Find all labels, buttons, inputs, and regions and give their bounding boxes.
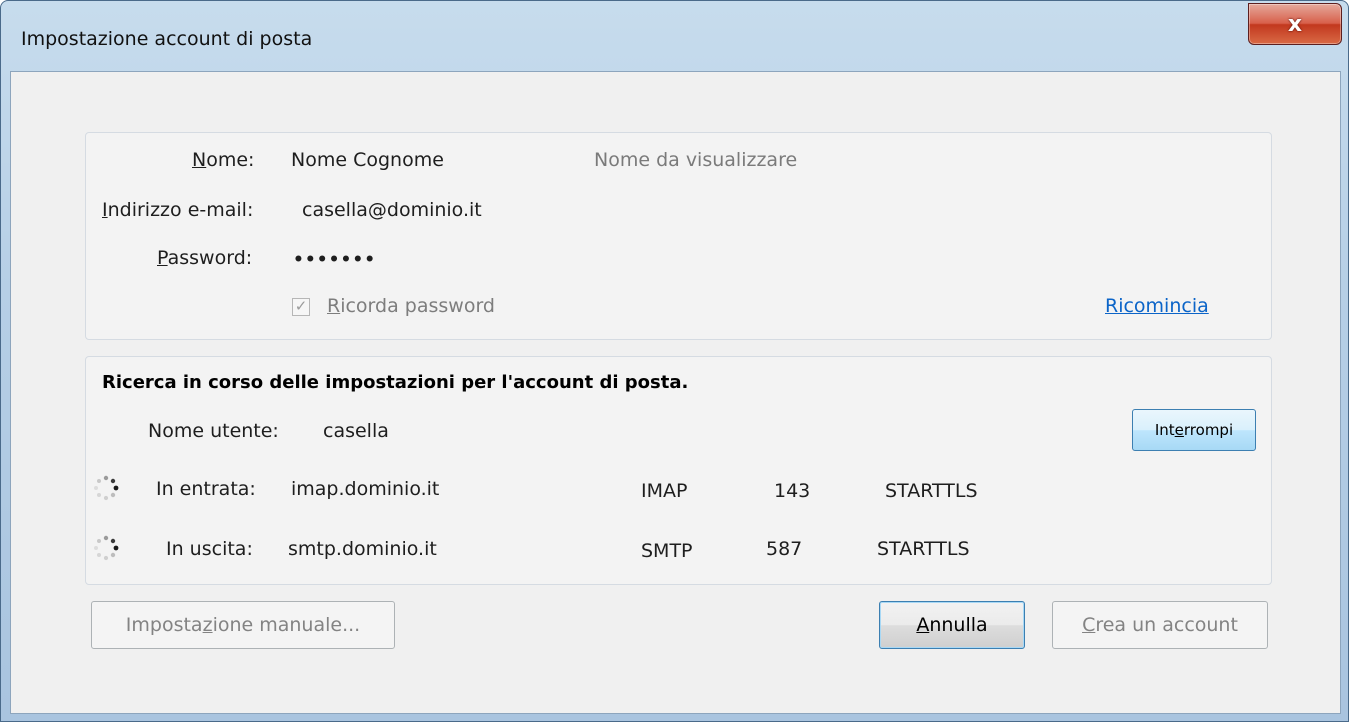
username-label: Nome utente: — [148, 420, 279, 442]
checkmark-icon: ✓ — [294, 298, 308, 315]
incoming-label: In entrata: — [156, 478, 256, 500]
remember-password-checkbox[interactable]: ✓ — [292, 298, 310, 316]
remember-password-label[interactable]: Ricorda password — [327, 295, 495, 317]
manual-setup-button[interactable]: Impostazione manuale... — [91, 601, 395, 649]
email-label: Indirizzo e-mail: — [102, 199, 254, 221]
name-hint: Nome da visualizzare — [594, 149, 798, 171]
server-search-panel: Ricerca in corso delle impostazioni per … — [85, 356, 1272, 585]
stop-button[interactable]: Interrompi — [1132, 409, 1256, 451]
create-account-button[interactable]: Crea un account — [1052, 601, 1268, 649]
spinner-icon — [94, 475, 119, 501]
password-label: Password: — [157, 247, 253, 269]
remember-password-label-mnemonic: R — [327, 295, 341, 317]
outgoing-protocol: SMTP — [641, 540, 693, 562]
password-label-mnemonic: P — [157, 247, 168, 269]
name-label-mnemonic: N — [192, 149, 207, 171]
dialog-window: Impostazione account di posta x Nome: No… — [0, 0, 1349, 722]
incoming-protocol: IMAP — [641, 480, 688, 502]
cancel-label-mnemonic: A — [916, 614, 930, 636]
account-details-panel: Nome: Nome Cognome Nome da visualizzare … — [85, 132, 1272, 340]
outgoing-host: smtp.dominio.it — [288, 538, 437, 560]
outgoing-port: 587 — [766, 538, 803, 560]
window-title: Impostazione account di posta — [21, 28, 313, 50]
password-field[interactable]: ••••••• — [293, 250, 376, 270]
stop-button-mnemonic: e — [1174, 421, 1184, 439]
outgoing-label: In uscita: — [166, 538, 253, 560]
name-label: Nome: — [192, 149, 255, 171]
title-bar[interactable]: Impostazione account di posta x — [1, 1, 1348, 71]
incoming-host: imap.dominio.it — [291, 478, 440, 500]
restart-link[interactable]: Ricomincia — [1105, 295, 1209, 317]
incoming-port: 143 — [774, 480, 811, 502]
username-value: casella — [323, 420, 389, 442]
close-button[interactable]: x — [1248, 3, 1342, 45]
manual-setup-label: Impostazione manuale... — [125, 614, 361, 636]
create-account-label: Crea un account — [1082, 614, 1238, 636]
email-label-mnemonic: I — [102, 199, 108, 221]
stop-button-label: Interrompi — [1154, 421, 1234, 439]
incoming-security: STARTTLS — [885, 480, 978, 502]
name-field[interactable]: Nome Cognome — [291, 149, 444, 171]
cancel-label: Annulla — [916, 614, 988, 636]
email-field[interactable]: casella@dominio.it — [302, 199, 482, 221]
manual-setup-mnemonic: z — [202, 614, 213, 636]
cancel-button[interactable]: Annulla — [879, 601, 1025, 649]
dialog-content: Nome: Nome Cognome Nome da visualizzare … — [10, 71, 1341, 714]
close-icon: x — [1287, 11, 1303, 37]
spinner-icon — [94, 535, 119, 561]
outgoing-security: STARTTLS — [877, 538, 970, 560]
search-status-heading: Ricerca in corso delle impostazioni per … — [102, 372, 689, 393]
create-account-label-mnemonic: C — [1082, 614, 1096, 636]
